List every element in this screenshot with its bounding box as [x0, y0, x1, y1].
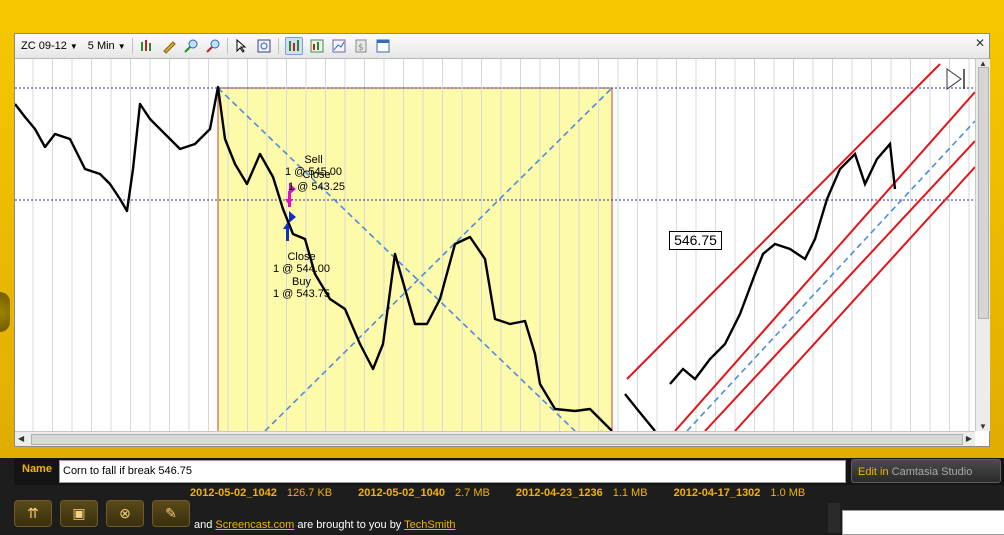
buy-annotation: Buy 1 @ 543.75: [273, 276, 331, 300]
scroll-left-icon[interactable]: ◀: [18, 434, 24, 443]
zoom-out-icon[interactable]: [205, 38, 221, 54]
toolbar-divider: [131, 38, 133, 54]
chart-type-icon[interactable]: [284, 37, 303, 55]
channel-line: [704, 140, 975, 431]
interval-label: 5 Min: [87, 40, 115, 52]
cursor-icon[interactable]: [234, 38, 250, 54]
screencast-link[interactable]: Screencast.com: [215, 519, 294, 531]
delete-button[interactable]: ⊗: [106, 500, 144, 527]
template-icon[interactable]: [375, 38, 391, 54]
indicators-icon[interactable]: [309, 38, 325, 54]
price-level-label[interactable]: 546.75: [669, 231, 722, 250]
buy-arrow-icon: [286, 227, 289, 241]
bar-style-icon[interactable]: [139, 38, 155, 54]
list-item[interactable]: 2012-04-23_1236 1.1 MB: [516, 487, 648, 503]
close-annotation-2: Close 1 @ 544.00: [273, 251, 331, 275]
zoom-in-icon[interactable]: [183, 38, 199, 54]
save-icon: ▣: [72, 505, 86, 521]
vertical-scrollbar[interactable]: ▲ ▼: [975, 59, 990, 431]
price-chart[interactable]: 546.75 Sell 1 @ 545.00 Close 1 @ 543.25 Cl…: [15, 59, 975, 431]
properties-icon[interactable]: $: [353, 38, 369, 54]
name-label: Name: [22, 463, 52, 475]
recent-files-list: 2012-05-02_1042 126.7 KB 2012-05-02_1040 2…: [190, 487, 838, 503]
screencast-panel: Name Corn to fall if break 546.75 Edit i…: [0, 458, 1004, 535]
list-item[interactable]: 2012-04-17_1302 1.0 MB: [674, 487, 806, 503]
strategy-icon[interactable]: [331, 38, 347, 54]
interval-dropdown[interactable]: 5 Min ▼: [88, 40, 126, 52]
share-icon: ⇈: [27, 505, 39, 521]
channel-line: [626, 63, 941, 380]
close-annotation-1: Close 1 @ 543.25: [288, 169, 346, 193]
chevron-down-icon: ▼: [69, 41, 78, 51]
chart-toolbar: ZC 09-12 ▼ 5 Min ▼ $ ✕: [15, 34, 989, 59]
horizontal-scrollbar[interactable]: ◀ ▶: [15, 431, 975, 446]
tools-button[interactable]: ✎: [152, 500, 190, 527]
symbol-dropdown[interactable]: ZC 09-12 ▼: [21, 40, 78, 52]
name-row: Name Corn to fall if break 546.75 Edit i…: [14, 458, 1004, 485]
end-marker-icon: [946, 68, 962, 90]
vertical-scroll-thumb[interactable]: [978, 67, 989, 319]
edit-in-camtasia-button[interactable]: Edit in Camtasia Studio: [851, 459, 1001, 483]
side-knob[interactable]: [0, 292, 10, 332]
horizontal-scroll-thumb[interactable]: [31, 434, 963, 445]
toolbar-divider: [226, 38, 228, 54]
list-item[interactable]: 2012-05-02_1040 2.7 MB: [358, 487, 490, 503]
pencil-icon[interactable]: [161, 38, 177, 54]
svg-text:$: $: [358, 43, 364, 53]
zoom-box-icon[interactable]: [256, 38, 272, 54]
name-input[interactable]: Corn to fall if break 546.75: [59, 460, 846, 483]
chart-canvas: [15, 59, 975, 431]
scroll-down-icon[interactable]: ▼: [979, 422, 987, 431]
share-button[interactable]: ⇈: [14, 500, 52, 527]
chevron-down-icon: ▼: [117, 41, 126, 51]
close-icon[interactable]: ✕: [975, 36, 985, 50]
files-scrollbar[interactable]: [828, 503, 840, 533]
wrench-icon: ✎: [165, 505, 177, 521]
chart-window: ZC 09-12 ▼ 5 Min ▼ $ ✕ 546.75 Sell 1 @ 545.…: [14, 33, 990, 447]
save-button[interactable]: ▣: [60, 500, 98, 527]
delete-icon: ⊗: [119, 505, 131, 521]
scroll-right-icon[interactable]: ▶: [966, 434, 972, 443]
tool-buttons: ⇈ ▣ ⊗ ✎: [14, 500, 198, 527]
price-series: [624, 393, 656, 431]
list-item[interactable]: 2012-05-02_1042 126.7 KB: [190, 487, 332, 503]
credits-text: and Screencast.com are brought to you by…: [194, 519, 456, 531]
techsmith-link[interactable]: TechSmith: [404, 519, 455, 531]
thumbnail-preview: [842, 510, 1004, 535]
toolbar-divider: [277, 38, 279, 54]
channel-line: [734, 166, 975, 431]
symbol-label: ZC 09-12: [21, 40, 67, 52]
